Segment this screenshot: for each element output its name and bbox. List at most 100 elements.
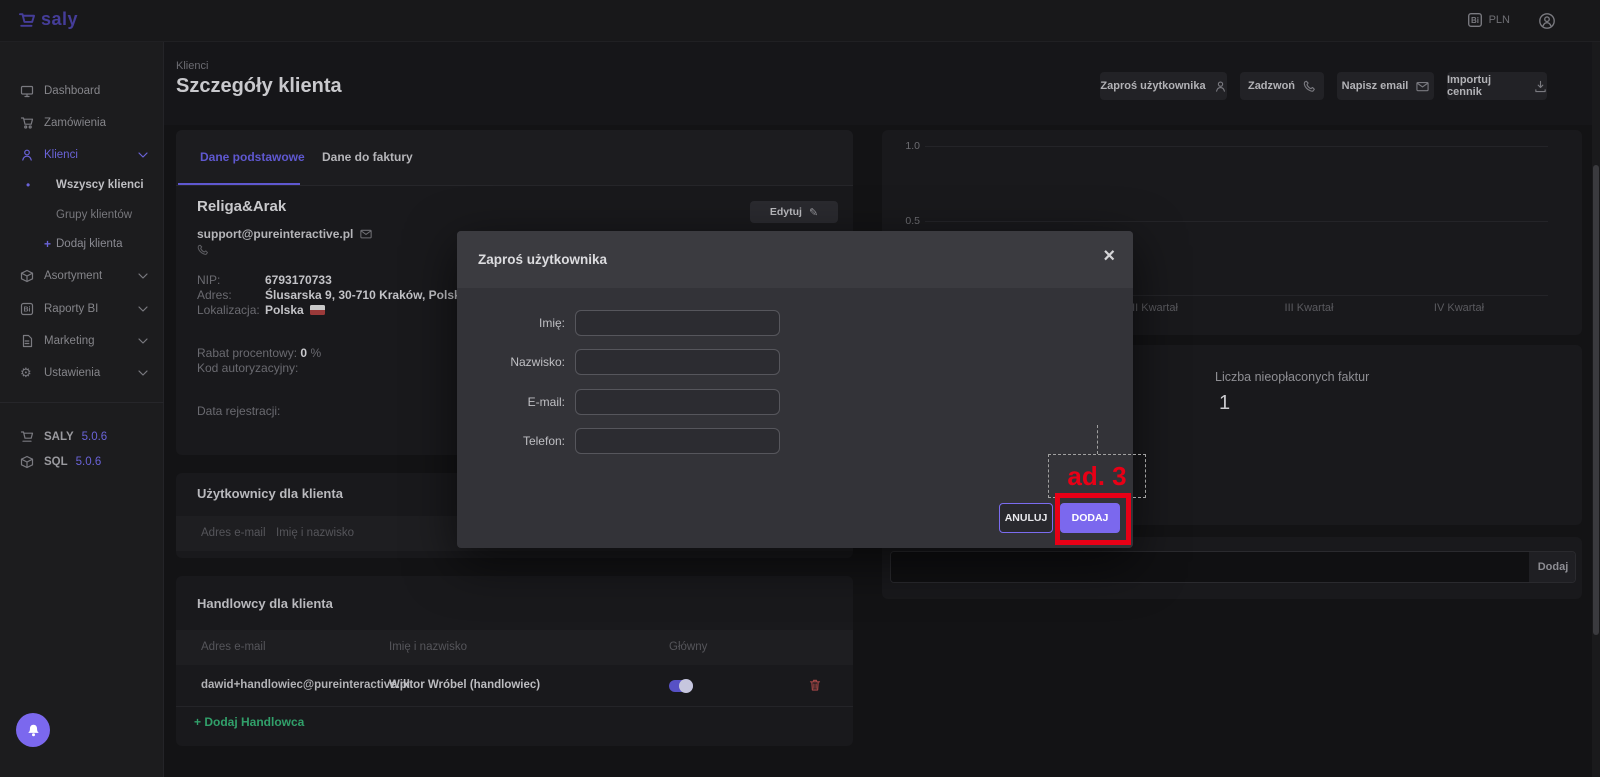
column-header-email: Adres e-mail [201, 527, 266, 539]
poland-flag-icon [310, 305, 325, 315]
chevron-down-icon [138, 370, 148, 376]
sidebar: Dashboard Zamówienia Klienci • Wszyscy k… [0, 42, 164, 777]
write-email-button[interactable]: Napisz email [1337, 72, 1434, 100]
bell-icon [26, 723, 41, 738]
svg-text:Bi: Bi [1471, 16, 1479, 25]
gridline [925, 221, 1548, 222]
column-header-name: Imię i nazwisko [389, 641, 467, 653]
sidebar-item-zamowienia[interactable]: Zamówienia [0, 110, 164, 136]
seller-email: dawid+handlowiec@pureinteractive.pl [201, 679, 410, 691]
page-header: Klienci Szczegóły klienta Zaproś użytkow… [164, 42, 1600, 125]
annotation-connector-line [1097, 425, 1098, 454]
cart-logo-icon [18, 11, 36, 29]
phone-icon[interactable] [197, 244, 209, 256]
unpaid-invoices-label: Liczba nieopłaconych faktur [1215, 370, 1369, 384]
monitor-icon [20, 84, 34, 98]
chevron-down-icon [138, 152, 148, 158]
column-header-email: Adres e-mail [201, 641, 266, 653]
add-item-group: Dodaj [890, 551, 1576, 583]
invite-user-modal: Zaproś użytkownika × Imię: Nazwisko: E-m… [457, 231, 1133, 548]
sidebar-item-wszyscy-klienci[interactable]: • Wszyscy klienci [0, 173, 164, 197]
sidebar-divider [0, 402, 164, 403]
phone-icon [1303, 80, 1316, 93]
client-address: Ślusarska 9, 30-710 Kraków, Polska [265, 288, 467, 302]
x-tick-label: II Kwartał [1125, 302, 1185, 314]
app-window: saly Bi PLN Dashboard Zamówienia [0, 0, 1600, 777]
edit-button[interactable]: Edytuj ✎ [750, 201, 838, 223]
imie-field[interactable] [575, 310, 780, 336]
discount-value: 0 [300, 346, 307, 360]
users-section-title: Użytkownicy dla klienta [197, 486, 343, 501]
active-tab-underline [178, 183, 300, 185]
user-account-icon[interactable] [1538, 12, 1556, 30]
import-pricelist-button[interactable]: Importuj cennik [1447, 72, 1547, 100]
trash-icon[interactable] [808, 678, 822, 692]
chevron-down-icon [138, 306, 148, 312]
column-header-main: Główny [669, 641, 707, 653]
sellers-section-title: Handlowcy dla klienta [197, 596, 333, 611]
annotation-label: ad. 3 [1067, 461, 1126, 492]
field-label-nazwisko: Nazwisko: [457, 355, 565, 369]
scrollbar-thumb[interactable] [1593, 165, 1599, 635]
cart-icon [20, 430, 34, 444]
active-dot-icon: • [26, 178, 30, 192]
x-tick-label: III Kwartał [1279, 302, 1339, 314]
email-field[interactable] [575, 389, 780, 415]
sidebar-item-klienci[interactable]: Klienci [0, 142, 164, 168]
column-header-name: Imię i nazwisko [276, 527, 354, 539]
person-add-icon [1214, 80, 1227, 93]
top-bar: saly Bi PLN [0, 0, 1600, 42]
cart-icon [20, 116, 34, 130]
sidebar-item-dashboard[interactable]: Dashboard [0, 78, 164, 104]
nazwisko-field[interactable] [575, 349, 780, 375]
version-badge: 5.0.6 [82, 431, 108, 443]
gridline [925, 146, 1548, 147]
client-nip: 6793170733 [265, 273, 332, 287]
invite-user-button[interactable]: Zaproś użytkownika [1100, 72, 1227, 100]
envelope-icon [360, 228, 372, 240]
field-label-imie: Imię: [457, 316, 565, 330]
chevron-down-icon [138, 273, 148, 279]
sidebar-item-grupy-klientow[interactable]: Grupy klientów [0, 203, 164, 227]
chevron-down-icon [138, 338, 148, 344]
seller-name: Wiktor Wróbel (handlowiec) [389, 679, 540, 691]
currency-label: PLN [1489, 14, 1510, 26]
modal-header: Zaproś użytkownika × [457, 231, 1133, 288]
sidebar-item-dodaj-klienta[interactable]: + Dodaj klienta [0, 232, 164, 256]
tab-dane-do-faktury[interactable]: Dane do faktury [322, 150, 413, 164]
pencil-icon: ✎ [809, 206, 818, 219]
breadcrumb[interactable]: Klienci [176, 60, 208, 72]
main-seller-toggle[interactable] [669, 680, 693, 692]
add-seller-link[interactable]: + Dodaj Handlowca [194, 715, 304, 729]
currency-icon: Bi [1467, 12, 1483, 28]
cube-icon [20, 269, 34, 283]
field-label-email: E-mail: [457, 395, 565, 409]
sidebar-item-raporty-bi[interactable]: Bi Raporty BI [0, 296, 164, 322]
app-logo[interactable]: saly [18, 9, 78, 30]
auth-code-label: Kod autoryzacyjny: [197, 361, 298, 375]
currency-selector[interactable]: Bi PLN [1467, 12, 1510, 28]
annotation-highlight-box [1055, 493, 1131, 545]
add-item-input[interactable] [891, 552, 1529, 582]
sidebar-item-marketing[interactable]: Marketing [0, 328, 164, 354]
table-row: dawid+handlowiec@pureinteractive.pl Wikt… [176, 665, 853, 707]
registration-date-label: Data rejestracji: [197, 404, 280, 418]
tab-dane-podstawowe[interactable]: Dane podstawowe [200, 150, 305, 164]
client-name: Religa&Arak [197, 198, 286, 215]
app-logo-text: saly [41, 9, 78, 30]
call-button[interactable]: Zadzwoń [1240, 72, 1324, 100]
add-item-button[interactable]: Dodaj [1529, 552, 1576, 582]
field-label-telefon: Telefon: [457, 434, 565, 448]
scrollbar-track[interactable] [1592, 42, 1600, 777]
cancel-button[interactable]: ANULUJ [999, 503, 1053, 533]
client-sellers-card: Handlowcy dla klienta Adres e-mail Imię … [176, 576, 853, 746]
annotation-callout-box: ad. 3 [1048, 454, 1146, 498]
sidebar-item-ustawienia[interactable]: ⚙ Ustawienia [0, 360, 164, 386]
client-email[interactable]: support@pureinteractive.pl [197, 227, 353, 241]
telefon-field[interactable] [575, 428, 780, 454]
close-icon[interactable]: × [1103, 245, 1115, 268]
modal-title: Zaproś użytkownika [478, 252, 607, 267]
plus-icon: + [44, 237, 51, 251]
sidebar-item-asortyment[interactable]: Asortyment [0, 263, 164, 289]
notifications-fab[interactable] [16, 713, 50, 747]
